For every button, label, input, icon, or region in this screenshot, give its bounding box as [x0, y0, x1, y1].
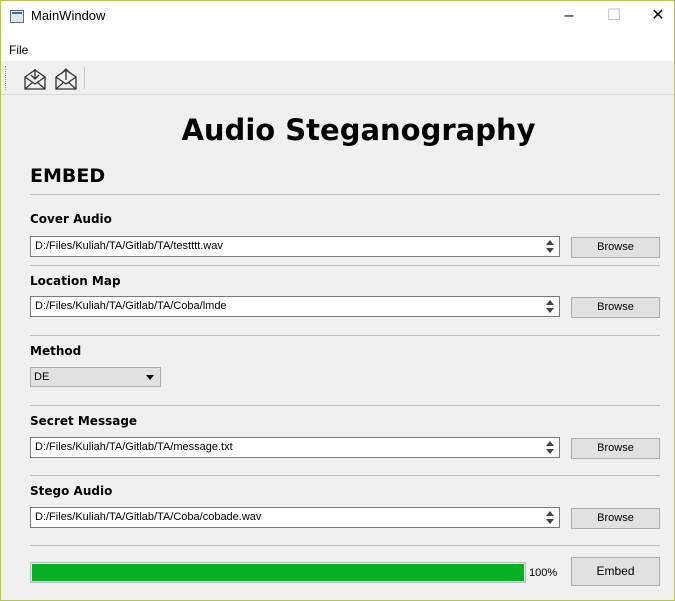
- progress-percent-text: 100%: [529, 567, 558, 579]
- embed-progress-bar: [30, 562, 526, 583]
- secret-message-field[interactable]: D:/Files/Kuliah/TA/Gitlab/TA/message.txt: [30, 437, 560, 458]
- location-map-field[interactable]: D:/Files/Kuliah/TA/Gitlab/TA/Coba/lmde: [30, 296, 560, 317]
- spin-down-icon[interactable]: [546, 519, 554, 524]
- main-window: MainWindow – ☐ ✕ File Audio Steganograph…: [0, 0, 675, 601]
- divider: [30, 194, 660, 195]
- secret-message-label: Secret Message: [30, 414, 138, 428]
- spin-down-icon[interactable]: [546, 248, 554, 253]
- envelope-upload-icon[interactable]: [53, 65, 79, 91]
- cover-audio-field[interactable]: D:/Files/Kuliah/TA/Gitlab/TA/testttt.wav: [30, 236, 560, 257]
- embed-button[interactable]: Embed: [571, 557, 660, 586]
- location-map-browse-button[interactable]: Browse: [571, 297, 660, 318]
- divider: [30, 475, 660, 476]
- spin-up-icon[interactable]: [546, 240, 554, 245]
- method-label: Method: [30, 344, 82, 358]
- window-title: MainWindow: [31, 8, 106, 23]
- cover-audio-value: D:/Files/Kuliah/TA/Gitlab/TA/testttt.wav: [35, 240, 223, 252]
- progress-fill: [32, 564, 524, 581]
- spin-up-icon[interactable]: [546, 300, 554, 305]
- spin-up-icon[interactable]: [546, 511, 554, 516]
- secret-message-value: D:/Files/Kuliah/TA/Gitlab/TA/message.txt: [35, 441, 233, 453]
- menu-bar: File: [1, 39, 674, 61]
- method-select[interactable]: DE: [30, 367, 161, 387]
- maximize-button[interactable]: ☐: [591, 1, 637, 31]
- location-map-label: Location Map: [30, 274, 121, 288]
- divider: [30, 545, 660, 546]
- page-title: Audio Steganography: [181, 113, 536, 147]
- toolbar-separator: [84, 67, 85, 89]
- secret-message-spinner[interactable]: [542, 439, 558, 456]
- stego-audio-label: Stego Audio: [30, 484, 113, 498]
- close-button[interactable]: ✕: [635, 1, 675, 31]
- location-map-spinner[interactable]: [542, 298, 558, 315]
- chevron-down-icon: [146, 375, 154, 380]
- cover-audio-spinner[interactable]: [542, 238, 558, 255]
- method-selected-value: DE: [34, 371, 50, 383]
- title-bar[interactable]: MainWindow – ☐ ✕: [1, 1, 674, 39]
- divider: [30, 405, 660, 406]
- spin-down-icon[interactable]: [546, 308, 554, 313]
- cover-audio-browse-button[interactable]: Browse: [571, 237, 660, 258]
- stego-audio-value: D:/Files/Kuliah/TA/Gitlab/TA/Coba/cobade…: [35, 511, 262, 523]
- stego-audio-spinner[interactable]: [542, 509, 558, 526]
- divider: [30, 335, 660, 336]
- divider: [30, 265, 660, 266]
- toolbar-grip[interactable]: [5, 66, 8, 90]
- minimize-button[interactable]: –: [546, 1, 592, 31]
- secret-message-browse-button[interactable]: Browse: [571, 438, 660, 459]
- stego-audio-browse-button[interactable]: Browse: [571, 508, 660, 529]
- location-map-value: D:/Files/Kuliah/TA/Gitlab/TA/Coba/lmde: [35, 300, 227, 312]
- cover-audio-label: Cover Audio: [30, 212, 112, 226]
- section-title-embed: EMBED: [30, 165, 106, 187]
- toolbar: [1, 61, 674, 95]
- app-window-icon: [10, 10, 24, 23]
- stego-audio-field[interactable]: D:/Files/Kuliah/TA/Gitlab/TA/Coba/cobade…: [30, 507, 560, 528]
- menu-file[interactable]: File: [9, 43, 28, 57]
- spin-up-icon[interactable]: [546, 441, 554, 446]
- envelope-download-icon[interactable]: [22, 65, 48, 91]
- spin-down-icon[interactable]: [546, 449, 554, 454]
